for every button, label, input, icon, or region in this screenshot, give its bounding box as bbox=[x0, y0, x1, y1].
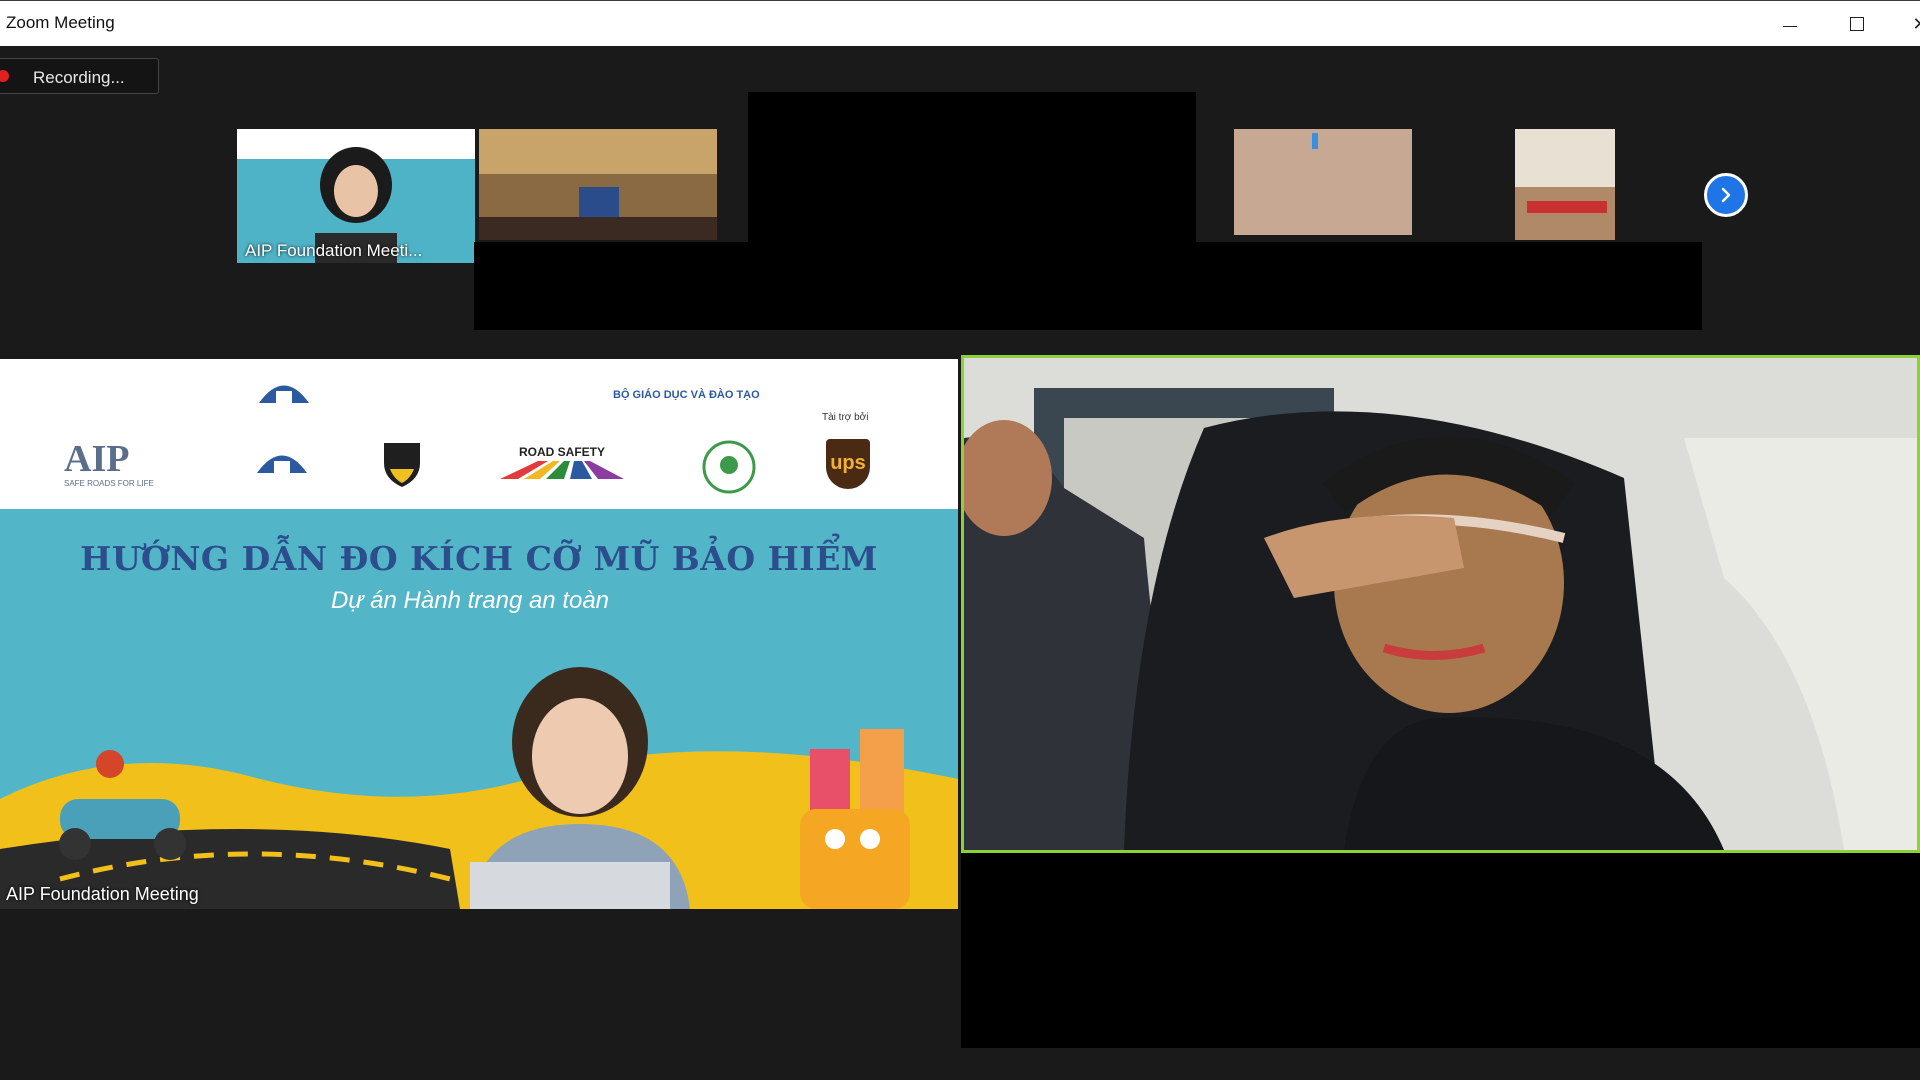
slide-headline: HƯỚNG DẪN ĐO KÍCH CỠ MŨ BẢO HIỂM bbox=[80, 539, 878, 578]
slide-subheadline: Dự án Hành trang an toàn bbox=[330, 587, 610, 614]
safety-shield-logo bbox=[384, 443, 420, 487]
window-title: Zoom Meeting bbox=[6, 13, 115, 32]
main-video-label: AIP Foundation Meeting bbox=[6, 884, 199, 904]
chevron-right-icon bbox=[1721, 187, 1731, 203]
classroom-students bbox=[479, 217, 717, 240]
shared-screen-video[interactable]: BỘ GIÁO DỤC VÀ ĐÀO TẠO Tài trợ bởi AIP S… bbox=[0, 359, 958, 909]
classroom-board bbox=[579, 187, 619, 217]
slide-partner-logos: BỘ GIÁO DỤC VÀ ĐÀO TẠO Tài trợ bởi AIP S… bbox=[0, 359, 958, 509]
participant-thumbnail-3[interactable] bbox=[1234, 129, 1412, 235]
active-speaker-video[interactable] bbox=[961, 355, 1920, 853]
aip-tagline: SAFE ROADS FOR LIFE bbox=[64, 479, 154, 488]
recording-status: Recording... bbox=[33, 68, 125, 87]
aip-logo: AIP bbox=[64, 438, 130, 480]
participant-thumbnail-4[interactable] bbox=[1515, 129, 1615, 240]
room-light bbox=[1515, 129, 1615, 187]
ups-logo: ups bbox=[826, 439, 870, 489]
ministry-text: BỘ GIÁO DỤC VÀ ĐÀO TẠO bbox=[613, 389, 760, 401]
classroom-ceiling bbox=[479, 129, 717, 174]
window-titlebar: Zoom Meeting ✕ bbox=[0, 0, 1920, 46]
environment-logo bbox=[702, 440, 756, 494]
maximize-icon bbox=[1850, 17, 1864, 31]
close-button[interactable]: ✕ bbox=[1900, 9, 1920, 39]
participant-thumbnail-1[interactable]: AIP Foundation Meeti... bbox=[237, 129, 475, 263]
room-banner bbox=[1527, 201, 1607, 213]
thumbnail-label: AIP Foundation Meeti... bbox=[245, 241, 423, 260]
presenter-video bbox=[470, 667, 690, 909]
next-page-button[interactable] bbox=[1704, 173, 1748, 217]
maximize-button[interactable] bbox=[1837, 9, 1877, 39]
participant-thumbnail-2[interactable] bbox=[479, 129, 717, 240]
hidden-video-area bbox=[474, 242, 1702, 330]
speaker-video-frame bbox=[964, 358, 1917, 850]
close-icon: ✕ bbox=[1912, 14, 1920, 35]
partner-logo bbox=[257, 455, 307, 473]
hidden-video-area bbox=[748, 92, 1196, 242]
minimize-button[interactable] bbox=[1770, 9, 1810, 39]
sponsor-text: Tài trợ bởi bbox=[822, 412, 869, 423]
road-safety-stripes bbox=[500, 461, 624, 479]
ceiling-fan bbox=[1312, 133, 1318, 149]
ministry-logo bbox=[259, 385, 309, 403]
record-dot-icon bbox=[0, 70, 9, 82]
empty-video-area bbox=[961, 853, 1920, 1048]
road-safety-logo: ROAD SAFETY bbox=[498, 445, 626, 483]
minimize-icon bbox=[1783, 25, 1797, 27]
recording-indicator[interactable]: Recording... bbox=[0, 58, 159, 94]
